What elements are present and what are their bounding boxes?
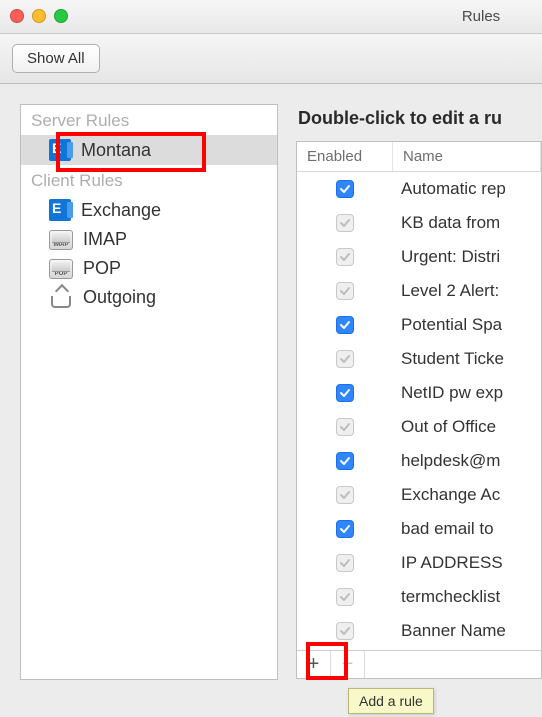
rule-row[interactable]: Student Ticke xyxy=(297,342,541,376)
rule-row[interactable]: helpdesk@m xyxy=(297,444,541,478)
rule-row[interactable]: Level 2 Alert: xyxy=(297,274,541,308)
rule-name: bad email to xyxy=(393,519,541,539)
rule-name: Exchange Ac xyxy=(393,485,541,505)
rule-name: Level 2 Alert: xyxy=(393,281,541,301)
rule-name: Potential Spa xyxy=(393,315,541,335)
rule-name: Student Ticke xyxy=(393,349,541,369)
exchange-icon xyxy=(49,139,71,161)
rule-name: Urgent: Distri xyxy=(393,247,541,267)
rule-row[interactable]: bad email to xyxy=(297,512,541,546)
rules-table: Enabled Name Automatic rep KB data from Ur… xyxy=(296,141,542,679)
column-enabled[interactable]: Enabled xyxy=(297,142,393,171)
add-rule-button[interactable]: + xyxy=(297,651,331,678)
rule-row[interactable]: Automatic rep xyxy=(297,172,541,206)
add-rule-tooltip: Add a rule xyxy=(348,688,434,714)
sidebar-item-imap[interactable]: IMAP IMAP xyxy=(21,225,277,254)
rule-enabled-checkbox[interactable] xyxy=(336,452,354,470)
close-window-button[interactable] xyxy=(10,9,24,23)
rules-heading: Double-click to edit a ru xyxy=(296,104,542,141)
toolbar: Show All xyxy=(0,34,542,84)
sidebar-item-label: Outgoing xyxy=(83,287,156,308)
rule-enabled-checkbox[interactable] xyxy=(336,350,354,368)
rule-name: IP ADDRESS xyxy=(393,553,541,573)
rule-row[interactable]: Urgent: Distri xyxy=(297,240,541,274)
rule-row[interactable]: KB data from xyxy=(297,206,541,240)
rule-enabled-checkbox[interactable] xyxy=(336,622,354,640)
sidebar-item-montana[interactable]: Montana xyxy=(21,135,277,165)
sidebar-item-label: IMAP xyxy=(83,229,127,250)
rule-enabled-checkbox[interactable] xyxy=(336,554,354,572)
rules-footer: + − xyxy=(297,650,541,678)
rule-name: termchecklist xyxy=(393,587,541,607)
mail-icon: IMAP xyxy=(49,230,73,250)
sidebar-item-outgoing[interactable]: Outgoing xyxy=(21,283,277,312)
rules-sidebar: Server Rules Montana Client Rules Exchan… xyxy=(20,104,278,680)
rule-row[interactable]: NetID pw exp xyxy=(297,376,541,410)
rule-name: Automatic rep xyxy=(393,179,541,199)
rule-name: helpdesk@m xyxy=(393,451,541,471)
rule-name: Banner Name xyxy=(393,621,541,641)
window-title: Rules xyxy=(0,8,542,25)
sidebar-item-label: POP xyxy=(83,258,121,279)
rules-table-body: Automatic rep KB data from Urgent: Distri L… xyxy=(297,172,541,650)
server-rules-header: Server Rules xyxy=(21,105,277,135)
rule-enabled-checkbox[interactable] xyxy=(336,282,354,300)
sidebar-item-label: Exchange xyxy=(81,200,161,221)
rule-enabled-checkbox[interactable] xyxy=(336,486,354,504)
outgoing-icon xyxy=(49,288,73,308)
rule-enabled-checkbox[interactable] xyxy=(336,180,354,198)
rule-name: NetID pw exp xyxy=(393,383,541,403)
rule-row[interactable]: IP ADDRESS xyxy=(297,546,541,580)
sidebar-item-pop[interactable]: POP POP xyxy=(21,254,277,283)
remove-rule-button[interactable]: − xyxy=(331,651,365,678)
column-name[interactable]: Name xyxy=(393,142,541,171)
sidebar-item-label: Montana xyxy=(81,140,151,161)
rule-row[interactable]: Exchange Ac xyxy=(297,478,541,512)
rule-row[interactable]: termchecklist xyxy=(297,580,541,614)
sidebar-item-exchange[interactable]: Exchange xyxy=(21,195,277,225)
client-rules-header: Client Rules xyxy=(21,165,277,195)
rule-name: KB data from xyxy=(393,213,541,233)
rules-table-header: Enabled Name xyxy=(297,142,541,172)
rule-enabled-checkbox[interactable] xyxy=(336,214,354,232)
window-titlebar: Rules xyxy=(0,0,542,34)
show-all-button[interactable]: Show All xyxy=(12,44,100,73)
mail-icon: POP xyxy=(49,259,73,279)
rule-enabled-checkbox[interactable] xyxy=(336,316,354,334)
rule-enabled-checkbox[interactable] xyxy=(336,384,354,402)
minimize-window-button[interactable] xyxy=(32,9,46,23)
window-traffic-lights xyxy=(10,9,68,23)
rule-row[interactable]: Potential Spa xyxy=(297,308,541,342)
rule-enabled-checkbox[interactable] xyxy=(336,418,354,436)
rules-main: Double-click to edit a ru Enabled Name A… xyxy=(296,104,542,717)
rule-row[interactable]: Banner Name xyxy=(297,614,541,648)
rule-enabled-checkbox[interactable] xyxy=(336,520,354,538)
rule-enabled-checkbox[interactable] xyxy=(336,248,354,266)
rule-row[interactable]: Out of Office xyxy=(297,410,541,444)
exchange-icon xyxy=(49,199,71,221)
rule-name: Out of Office xyxy=(393,417,541,437)
rule-enabled-checkbox[interactable] xyxy=(336,588,354,606)
zoom-window-button[interactable] xyxy=(54,9,68,23)
